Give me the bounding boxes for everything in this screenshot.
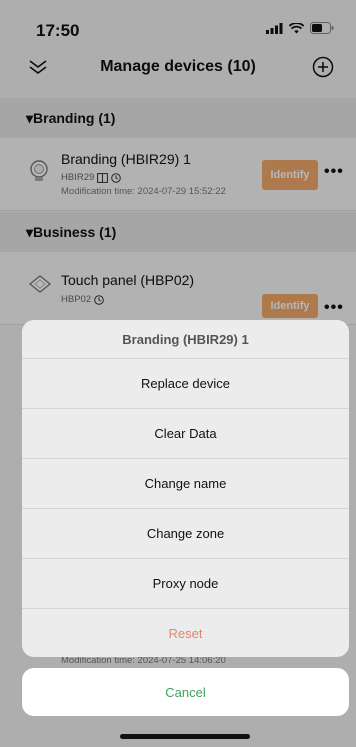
action-sheet-title: Branding (HBIR29) 1 [22, 320, 349, 359]
change-name-option[interactable]: Change name [22, 459, 349, 509]
cancel-button[interactable]: Cancel [22, 668, 349, 716]
clear-data-option[interactable]: Clear Data [22, 409, 349, 459]
change-zone-option[interactable]: Change zone [22, 509, 349, 559]
action-sheet: Branding (HBIR29) 1 Replace device Clear… [22, 320, 349, 657]
proxy-node-option[interactable]: Proxy node [22, 559, 349, 609]
phone-frame: 17:50 Manage devices (10) ▾Branding (1) … [0, 0, 356, 747]
reset-option[interactable]: Reset [22, 609, 349, 657]
replace-device-option[interactable]: Replace device [22, 359, 349, 409]
home-indicator [120, 734, 250, 739]
